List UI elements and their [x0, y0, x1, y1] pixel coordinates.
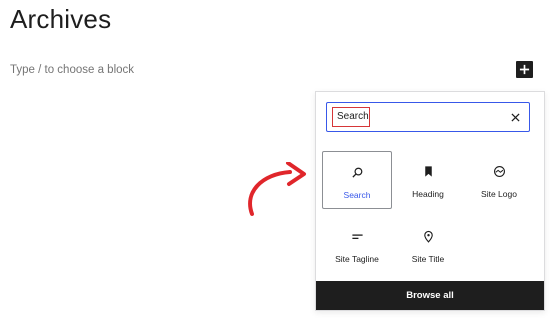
- clear-search-button[interactable]: [509, 111, 521, 123]
- block-item-label: Site Tagline: [335, 254, 379, 264]
- site-logo-icon: [493, 166, 505, 177]
- search-icon: [351, 167, 362, 178]
- block-item-label: Heading: [412, 189, 444, 199]
- block-item-heading[interactable]: Heading: [393, 151, 463, 209]
- block-item-search[interactable]: Search: [322, 151, 392, 209]
- block-search-input[interactable]: Search: [326, 102, 530, 132]
- map-pin-icon: [423, 230, 433, 243]
- page-title: Archives: [10, 4, 112, 34]
- block-placeholder[interactable]: Type / to choose a block: [10, 64, 134, 76]
- block-item-site-tagline[interactable]: Site Tagline: [322, 216, 392, 274]
- browse-all-button[interactable]: Browse all: [316, 281, 544, 310]
- close-icon: [510, 112, 520, 122]
- block-item-label: Site Title: [411, 254, 445, 264]
- search-input-value: Search: [337, 111, 369, 122]
- tagline-icon: [351, 234, 363, 240]
- block-item-site-logo[interactable]: Site Logo: [464, 151, 534, 209]
- annotation-arrow: [248, 162, 306, 216]
- plus-icon: [519, 64, 530, 75]
- block-item-label: Site Logo: [481, 189, 517, 199]
- bookmark-icon: [424, 166, 432, 177]
- block-item-label: Search: [343, 190, 371, 200]
- block-inserter-toggle[interactable]: [516, 61, 533, 78]
- block-inserter-popover: Search Search Heading Site Logo Site Tag…: [315, 91, 545, 311]
- block-item-site-title[interactable]: Site Title: [393, 216, 463, 274]
